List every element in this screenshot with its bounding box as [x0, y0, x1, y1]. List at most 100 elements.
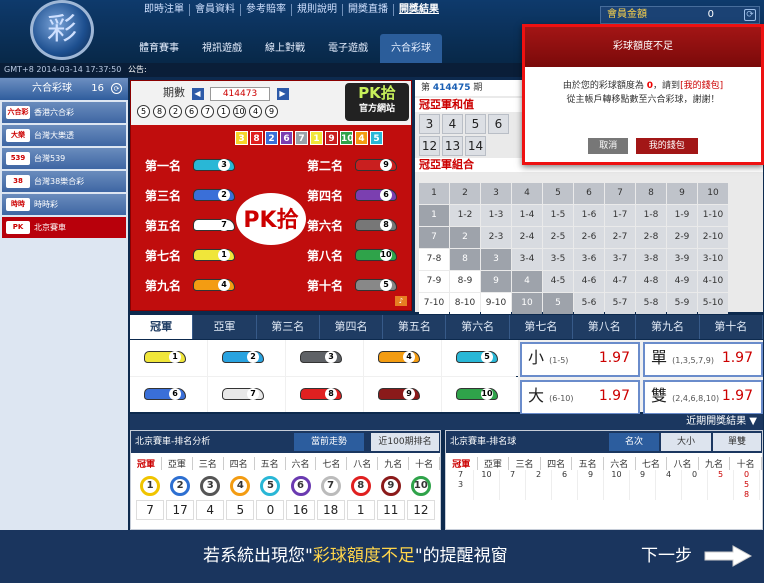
tab-rank[interactable]: 亞軍	[193, 315, 257, 339]
car-option[interactable]: 10	[442, 376, 519, 412]
combo-cell[interactable]: 5-9	[667, 293, 697, 314]
link-results[interactable]: 開獎結果	[394, 4, 444, 16]
combo-cell[interactable]: 1-7	[605, 205, 635, 226]
tab-lottery[interactable]: 六合彩球	[380, 34, 442, 63]
combo-cell[interactable]: 3-4	[512, 249, 542, 270]
combo-cell[interactable]: 4-8	[636, 271, 666, 292]
tab-rank[interactable]: 第五名	[383, 315, 447, 339]
car-option[interactable]: 2	[208, 340, 285, 376]
link-member-info[interactable]: 會員資料	[190, 4, 241, 16]
prev-period-arrow-icon[interactable]: ◀	[191, 88, 204, 100]
odds-odd[interactable]: 單 (1,3,5,7,9) 1.97	[643, 342, 763, 377]
link-live-draw[interactable]: 開獎直播	[343, 4, 394, 16]
pk10-logo[interactable]: PK拾 官方網站	[345, 83, 409, 121]
sidebar-item-tw-38[interactable]: 38 台灣38樂合彩	[2, 171, 126, 192]
odds-even[interactable]: 雙 (2,4,6,8,10) 1.97	[643, 380, 763, 415]
next-step-button[interactable]: 下一步	[641, 530, 692, 583]
tab-e-games[interactable]: 電子遊戲	[317, 34, 379, 63]
combo-cell[interactable]: 5-8	[636, 293, 666, 314]
combo-cell[interactable]: 4-7	[605, 271, 635, 292]
combo-cell[interactable]: 8-10	[450, 293, 480, 314]
combo-cell[interactable]: 3	[481, 249, 511, 270]
combo-cell[interactable]: 1-6	[574, 205, 604, 226]
combo-cell[interactable]: 5	[543, 293, 573, 314]
car-option[interactable]: 1	[130, 340, 207, 376]
odds-small[interactable]: 小 (1-5) 1.97	[520, 342, 640, 377]
sum-button[interactable]: 4	[442, 114, 463, 134]
combo-cell[interactable]: 1-10	[698, 205, 728, 226]
tab-rank[interactable]: 冠軍	[130, 315, 194, 339]
combo-cell[interactable]: 4-6	[574, 271, 604, 292]
tab-rank[interactable]: 第九名	[636, 315, 700, 339]
combo-cell[interactable]: 2-7	[605, 227, 635, 248]
tab-odd-even[interactable]: 單雙	[713, 433, 761, 451]
combo-cell[interactable]: 4	[512, 271, 542, 292]
combo-cell[interactable]: 5-7	[605, 293, 635, 314]
combo-cell[interactable]: 2	[450, 227, 480, 248]
sidebar-item-tw-539[interactable]: 539 台灣539	[2, 148, 126, 169]
sidebar-refresh-icon[interactable]: ⟳	[111, 83, 122, 94]
sum-button[interactable]: 13	[442, 136, 463, 156]
tab-rank[interactable]: 第七名	[510, 315, 574, 339]
combo-cell[interactable]: 2-3	[481, 227, 511, 248]
refresh-icon[interactable]: ⟳	[744, 9, 756, 21]
sidebar-item-bj-racing[interactable]: PK 北京賽車	[2, 217, 126, 238]
car-option[interactable]: 8	[286, 376, 363, 412]
tab-rank[interactable]: 第四名	[320, 315, 384, 339]
combo-cell[interactable]: 1-9	[667, 205, 697, 226]
combo-cell[interactable]: 3-10	[698, 249, 728, 270]
combo-cell[interactable]: 4-10	[698, 271, 728, 292]
sound-icon[interactable]: ♪	[395, 296, 407, 306]
combo-cell[interactable]: 3-5	[543, 249, 573, 270]
sum-button[interactable]: 14	[465, 136, 486, 156]
tab-rank[interactable]: 第十名	[700, 315, 763, 339]
sum-button[interactable]: 6	[488, 114, 509, 134]
my-wallet-button[interactable]: 我的錢包	[635, 138, 698, 154]
car-option[interactable]: 4	[364, 340, 441, 376]
sidebar-item-hk-marksix[interactable]: 六合彩 香港六合彩	[2, 102, 126, 123]
combo-cell[interactable]: 3-9	[667, 249, 697, 270]
wallet-link[interactable]: [我的錢包]	[680, 81, 723, 91]
sidebar-item-tw-lotto[interactable]: 大樂 台灣大樂透	[2, 125, 126, 146]
odds-big[interactable]: 大 (6-10) 1.97	[520, 380, 640, 415]
combo-cell[interactable]: 4-9	[667, 271, 697, 292]
combo-cell[interactable]: 2-5	[543, 227, 573, 248]
combo-cell[interactable]: 5-10	[698, 293, 728, 314]
link-live-bets[interactable]: 即時注單	[139, 4, 190, 16]
combo-cell[interactable]: 2-6	[574, 227, 604, 248]
combo-cell[interactable]: 1-3	[481, 205, 511, 226]
car-option[interactable]: 3	[286, 340, 363, 376]
combo-cell[interactable]: 7-9	[419, 271, 449, 292]
combo-cell[interactable]: 7-10	[419, 293, 449, 314]
recent-results-toggle[interactable]: 近期開獎結果 ▼	[130, 414, 763, 430]
combo-cell[interactable]: 8-9	[450, 271, 480, 292]
tab-live-casino[interactable]: 視訊遊戲	[191, 34, 253, 63]
combo-cell[interactable]: 3-7	[605, 249, 635, 270]
car-option[interactable]: 6	[130, 376, 207, 412]
combo-cell[interactable]: 7	[419, 227, 449, 248]
combo-cell[interactable]: 9-10	[481, 293, 511, 314]
combo-cell[interactable]: 2-9	[667, 227, 697, 248]
tab-rank[interactable]: 第三名	[257, 315, 320, 339]
cancel-button[interactable]: 取消	[588, 138, 629, 154]
site-logo[interactable]: 彩	[30, 0, 94, 60]
combo-cell[interactable]: 5-6	[574, 293, 604, 314]
next-arrow-icon[interactable]	[703, 545, 753, 567]
combo-cell[interactable]: 2-4	[512, 227, 542, 248]
sidebar-item-ssc[interactable]: 時時 時時彩	[2, 194, 126, 215]
car-option[interactable]: 5	[442, 340, 519, 376]
tab-big-small[interactable]: 大小	[661, 433, 711, 451]
combo-cell[interactable]: 3-6	[574, 249, 604, 270]
tab-online-battle[interactable]: 線上對戰	[254, 34, 316, 63]
combo-cell[interactable]: 4-5	[543, 271, 573, 292]
combo-cell[interactable]: 1-2	[450, 205, 480, 226]
car-option[interactable]: 9	[364, 376, 441, 412]
tab-rank[interactable]: 第八名	[573, 315, 637, 339]
tab-last-100[interactable]: 近100期排名	[371, 433, 439, 451]
combo-cell[interactable]: 7-8	[419, 249, 449, 270]
combo-cell[interactable]: 2-10	[698, 227, 728, 248]
tab-position[interactable]: 名次	[609, 433, 659, 451]
link-rules[interactable]: 規則說明	[292, 4, 343, 16]
next-period-arrow-icon[interactable]: ▶	[276, 88, 289, 100]
sum-button[interactable]: 3	[419, 114, 440, 134]
